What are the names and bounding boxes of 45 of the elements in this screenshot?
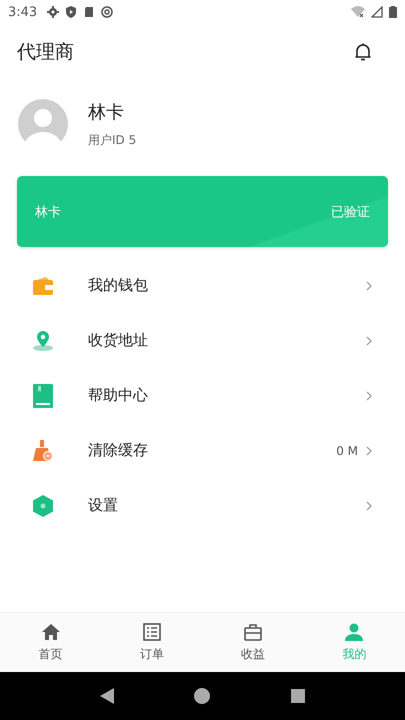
menu-item[interactable]: 设置 [0, 478, 405, 533]
book-icon [32, 384, 54, 408]
menu-label: 收货地址 [88, 331, 149, 350]
recents-icon[interactable] [290, 689, 305, 703]
nav-tab[interactable]: 首页 [0, 613, 102, 672]
broom-icon [32, 440, 54, 462]
menu-item[interactable]: 清除缓存 0 M [0, 423, 405, 478]
menu-label: 帮助中心 [88, 386, 149, 405]
nav-tab[interactable]: 订单 [101, 613, 202, 672]
status-time: 3:43 [8, 4, 38, 20]
wifi-off-icon [351, 6, 365, 18]
user-name: 林卡 [88, 100, 125, 124]
sd-card-icon [83, 6, 96, 18]
data-saver-icon [101, 6, 114, 18]
menu-item[interactable]: 收货地址 [0, 313, 405, 368]
user-id: 用户ID 5 [88, 132, 136, 148]
person-icon [344, 622, 364, 642]
nav-tab[interactable]: 收益 [202, 613, 304, 672]
chevron-right-icon [366, 446, 372, 456]
list-icon [142, 622, 162, 642]
menu-label: 清除缓存 [88, 441, 149, 460]
menu-label: 设置 [88, 496, 119, 515]
bell-icon[interactable] [353, 42, 373, 62]
card-name: 林卡 [35, 204, 61, 220]
shield-icon [65, 6, 78, 18]
page-title: 代理商 [17, 40, 74, 65]
home-button-icon[interactable] [194, 688, 210, 704]
verified-status: 已验证 [331, 204, 370, 220]
menu-item[interactable]: 帮助中心 [0, 368, 405, 423]
home-icon [40, 622, 61, 642]
menu-label: 我的钱包 [88, 276, 149, 295]
briefcase-icon [243, 622, 264, 642]
cache-size: 0 M [336, 444, 358, 458]
chevron-right-icon [366, 500, 372, 510]
chevron-right-icon [366, 280, 372, 290]
battery-icon [389, 6, 397, 18]
settings-icon [32, 494, 54, 516]
location-pin-icon [32, 330, 54, 352]
wallet-icon [32, 274, 54, 296]
menu-item[interactable]: 我的钱包 [0, 258, 405, 313]
signal-icon [371, 6, 383, 18]
chevron-right-icon [366, 336, 372, 346]
chevron-right-icon [366, 390, 372, 400]
back-icon[interactable] [100, 688, 114, 704]
avatar-icon [18, 99, 68, 149]
